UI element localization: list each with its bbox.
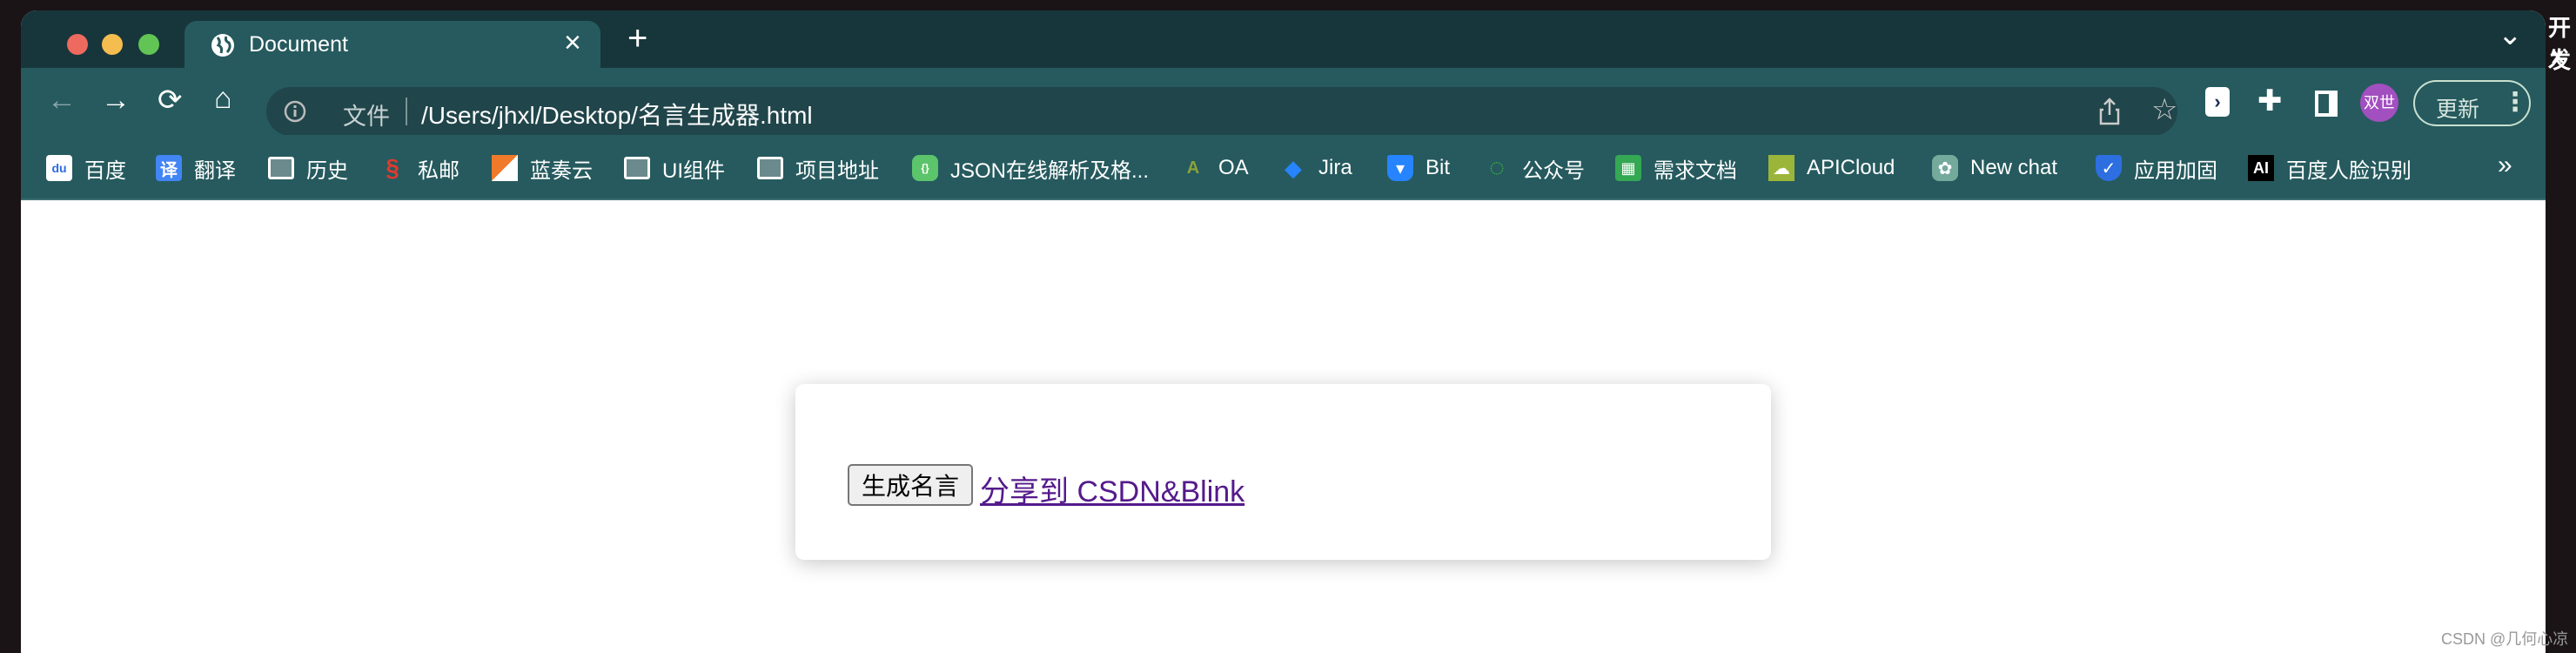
- bookmark-label: 翻译: [194, 158, 236, 183]
- divider: [406, 98, 407, 125]
- apicloud-icon: ☁: [1768, 155, 1794, 181]
- bookmark-lanzou[interactable]: 蓝奏云: [492, 154, 593, 183]
- lanzou-icon: [492, 155, 518, 181]
- folder-icon: [624, 157, 650, 179]
- bookmark-oa[interactable]: A OA: [1180, 154, 1249, 182]
- bookmark-bitbucket[interactable]: ▾ Bit: [1387, 154, 1450, 182]
- close-window-button[interactable]: [67, 34, 88, 55]
- translate-icon: 译: [156, 155, 182, 181]
- oa-icon: A: [1186, 158, 1200, 178]
- ai-icon: AI: [2248, 155, 2274, 181]
- json-icon: {}: [912, 155, 938, 181]
- bookmark-label: JSON在线解析及格...: [950, 158, 1150, 183]
- update-button[interactable]: 更新 ⋮: [2413, 80, 2531, 126]
- address-bar[interactable]: 文件 /Users/jhxl/Desktop/名言生成器.html ☆: [266, 87, 2177, 136]
- bookmark-label: 百度人脸识别: [2286, 158, 2412, 183]
- bookmark-label: 公众号: [1522, 158, 1585, 183]
- side-panel-icon[interactable]: [2315, 91, 2338, 117]
- generate-quote-button[interactable]: 生成名言: [848, 464, 974, 506]
- bookmark-label: 百度: [84, 158, 126, 183]
- toolbar: ← → ⟳ ⌂ 文件 /Users/jhxl/Desktop/名言生成器.htm…: [21, 68, 2546, 136]
- bookmark-apicloud[interactable]: ☁ APICloud: [1768, 154, 1895, 182]
- url-text[interactable]: /Users/jhxl/Desktop/名言生成器.html: [421, 97, 813, 131]
- bookmark-label: 私邮: [418, 158, 460, 183]
- baidu-icon: du: [46, 155, 72, 181]
- bookmark-folder-ui[interactable]: UI组件: [624, 154, 725, 183]
- bookmark-app-hardening[interactable]: ✓ 应用加固: [2096, 154, 2217, 183]
- bookmark-label: 应用加固: [2134, 158, 2217, 183]
- globe-icon: [211, 34, 234, 57]
- wechat-mp-icon: ◌: [1489, 153, 1505, 182]
- security-label: 文件: [343, 104, 390, 130]
- tab-search-chevron-icon[interactable]: ⌄: [2498, 17, 2523, 52]
- new-tab-button[interactable]: +: [627, 19, 647, 58]
- puzzle-extensions-icon[interactable]: ✚: [2257, 84, 2283, 118]
- bookmark-requirements[interactable]: ▦ 需求文档: [1615, 154, 1737, 183]
- info-icon: [284, 100, 306, 123]
- maximize-window-button[interactable]: [138, 34, 159, 55]
- bookmark-folder-projects[interactable]: 项目地址: [757, 154, 879, 183]
- home-button[interactable]: ⌂: [214, 84, 232, 113]
- bookmark-folder-history[interactable]: 历史: [268, 154, 348, 183]
- bookmark-json[interactable]: {} JSON在线解析及格...: [912, 154, 1150, 183]
- bookmark-label: UI组件: [662, 158, 725, 183]
- folder-icon: [268, 157, 294, 179]
- update-label: 更新: [2436, 98, 2480, 122]
- tab-bar: Document × + ⌄: [21, 10, 2546, 68]
- bookmark-label: 需求文档: [1654, 158, 1737, 183]
- bookmark-wechat-mp[interactable]: ◌ 公众号: [1484, 153, 1585, 183]
- bookmark-new-chat[interactable]: ✿ New chat: [1932, 154, 2057, 182]
- bookmark-star-icon[interactable]: ☆: [2151, 92, 2177, 127]
- folder-icon: [757, 157, 783, 179]
- back-button[interactable]: ←: [47, 85, 77, 115]
- bookmark-translate[interactable]: 译翻译: [156, 154, 236, 183]
- bookmark-label: Jira: [1318, 156, 1352, 179]
- background-text: x: [2552, 42, 2565, 68]
- bookmark-label: APICloud: [1807, 156, 1895, 179]
- reload-button[interactable]: ⟳: [158, 85, 183, 115]
- bookmark-baidu[interactable]: du 百度: [46, 154, 126, 183]
- watermark: CSDN @几何心凉: [2441, 630, 2569, 648]
- bookmark-jira[interactable]: ◆ Jira: [1280, 154, 1352, 182]
- profile-avatar[interactable]: 双世: [2360, 84, 2398, 122]
- bookmark-label: 蓝奏云: [530, 158, 593, 183]
- bookmark-label: New chat: [1970, 156, 2058, 179]
- browser-window: Document × + ⌄ ← → ⟳ ⌂ 文件 /Users/jhxl/De…: [21, 10, 2546, 653]
- mail-icon: §: [386, 154, 399, 181]
- tab-document[interactable]: Document ×: [184, 21, 600, 68]
- quote-card: 生成名言 分享到 CSDN&Blink: [795, 384, 1771, 560]
- minimize-window-button[interactable]: [102, 34, 123, 55]
- bookmark-baidu-face[interactable]: AI 百度人脸识别: [2248, 154, 2412, 183]
- openai-icon: ✿: [1932, 155, 1958, 181]
- sheet-icon: ▦: [1615, 155, 1641, 181]
- close-tab-icon[interactable]: ×: [564, 26, 581, 60]
- extension-icon[interactable]: ›: [2205, 87, 2230, 117]
- tab-title: Document: [249, 32, 348, 57]
- bookmarks-overflow-button[interactable]: »: [2498, 151, 2512, 180]
- page-content: 生成名言 分享到 CSDN&Blink: [21, 200, 2546, 653]
- bookmark-label: 历史: [306, 158, 348, 183]
- bookmark-label: Bit: [1426, 156, 1451, 179]
- menu-icon[interactable]: ⋮: [2502, 87, 2528, 118]
- forward-button[interactable]: →: [101, 85, 131, 115]
- bitbucket-icon: ▾: [1387, 155, 1413, 181]
- bookmark-mail[interactable]: § 私邮: [379, 154, 460, 183]
- bookmark-label: 项目地址: [795, 158, 879, 183]
- jira-icon: ◆: [1285, 154, 1302, 181]
- bookmarks-bar: du 百度 译翻译 历史 § 私邮 蓝奏云 UI组件 项目地址 {} JSON在线解析…: [21, 135, 2546, 200]
- share-link[interactable]: 分享到 CSDN&Blink: [980, 468, 1244, 510]
- bookmark-label: OA: [1218, 156, 1249, 179]
- shield-icon: ✓: [2096, 155, 2122, 181]
- share-icon[interactable]: [2099, 98, 2120, 125]
